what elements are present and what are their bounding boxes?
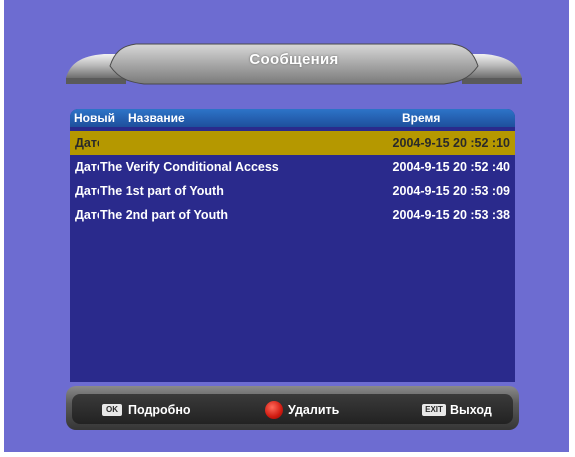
message-new-flag: Дате [75, 184, 99, 198]
exit-hint[interactable]: EXIT Выход [422, 402, 512, 418]
message-rows: Дате 2004-9-15 20 :52 :10 Дате The Verif… [70, 131, 515, 227]
message-time: 2004-9-15 20 :53 :09 [392, 184, 510, 198]
message-row[interactable]: Дате The 2nd part of Youth 2004-9-15 20 … [70, 203, 515, 227]
details-hint[interactable]: OK Подробно [102, 402, 212, 418]
ok-key-icon: OK [102, 404, 122, 416]
message-row[interactable]: Дате The 1st part of Youth 2004-9-15 20 … [70, 179, 515, 203]
message-new-flag: Дате [75, 136, 99, 150]
message-row[interactable]: Дате The Verify Conditional Access 2004-… [70, 155, 515, 179]
message-time: 2004-9-15 20 :53 :38 [392, 208, 510, 222]
list-header: Новый Название Время [70, 109, 515, 127]
title-bar-graphic [66, 43, 522, 85]
message-row[interactable]: Дате 2004-9-15 20 :52 :10 [70, 131, 515, 155]
message-new-flag: Дате [75, 160, 99, 174]
messages-list-panel: Новый Название Время Дате 2004-9-15 20 :… [70, 109, 515, 382]
title-bar: Сообщения [64, 40, 524, 96]
details-label: Подробно [128, 403, 191, 417]
delete-hint[interactable]: Удалить [265, 401, 365, 419]
message-time: 2004-9-15 20 :52 :40 [392, 160, 510, 174]
message-new-flag: Дате [75, 208, 99, 222]
exit-label: Выход [450, 403, 492, 417]
message-title: The 2nd part of Youth [100, 208, 229, 222]
tv-screen: Сообщения Новый Название Время Дате 2004… [4, 0, 569, 452]
message-title: The 1st part of Youth [100, 184, 224, 198]
column-header-time: Время [402, 111, 441, 125]
page-title: Сообщения [249, 51, 339, 68]
column-header-name: Название [128, 111, 185, 125]
delete-label: Удалить [288, 403, 340, 417]
message-title: The Verify Conditional Access [100, 160, 279, 174]
red-circle-icon [265, 401, 283, 419]
column-header-new: Новый [74, 111, 115, 125]
exit-key-icon: EXIT [422, 404, 446, 416]
message-time: 2004-9-15 20 :52 :10 [392, 136, 510, 150]
key-hint-inner: OK Подробно Удалить EXIT Выход [72, 394, 513, 424]
key-hint-bar: OK Подробно Удалить EXIT Выход [66, 386, 519, 430]
